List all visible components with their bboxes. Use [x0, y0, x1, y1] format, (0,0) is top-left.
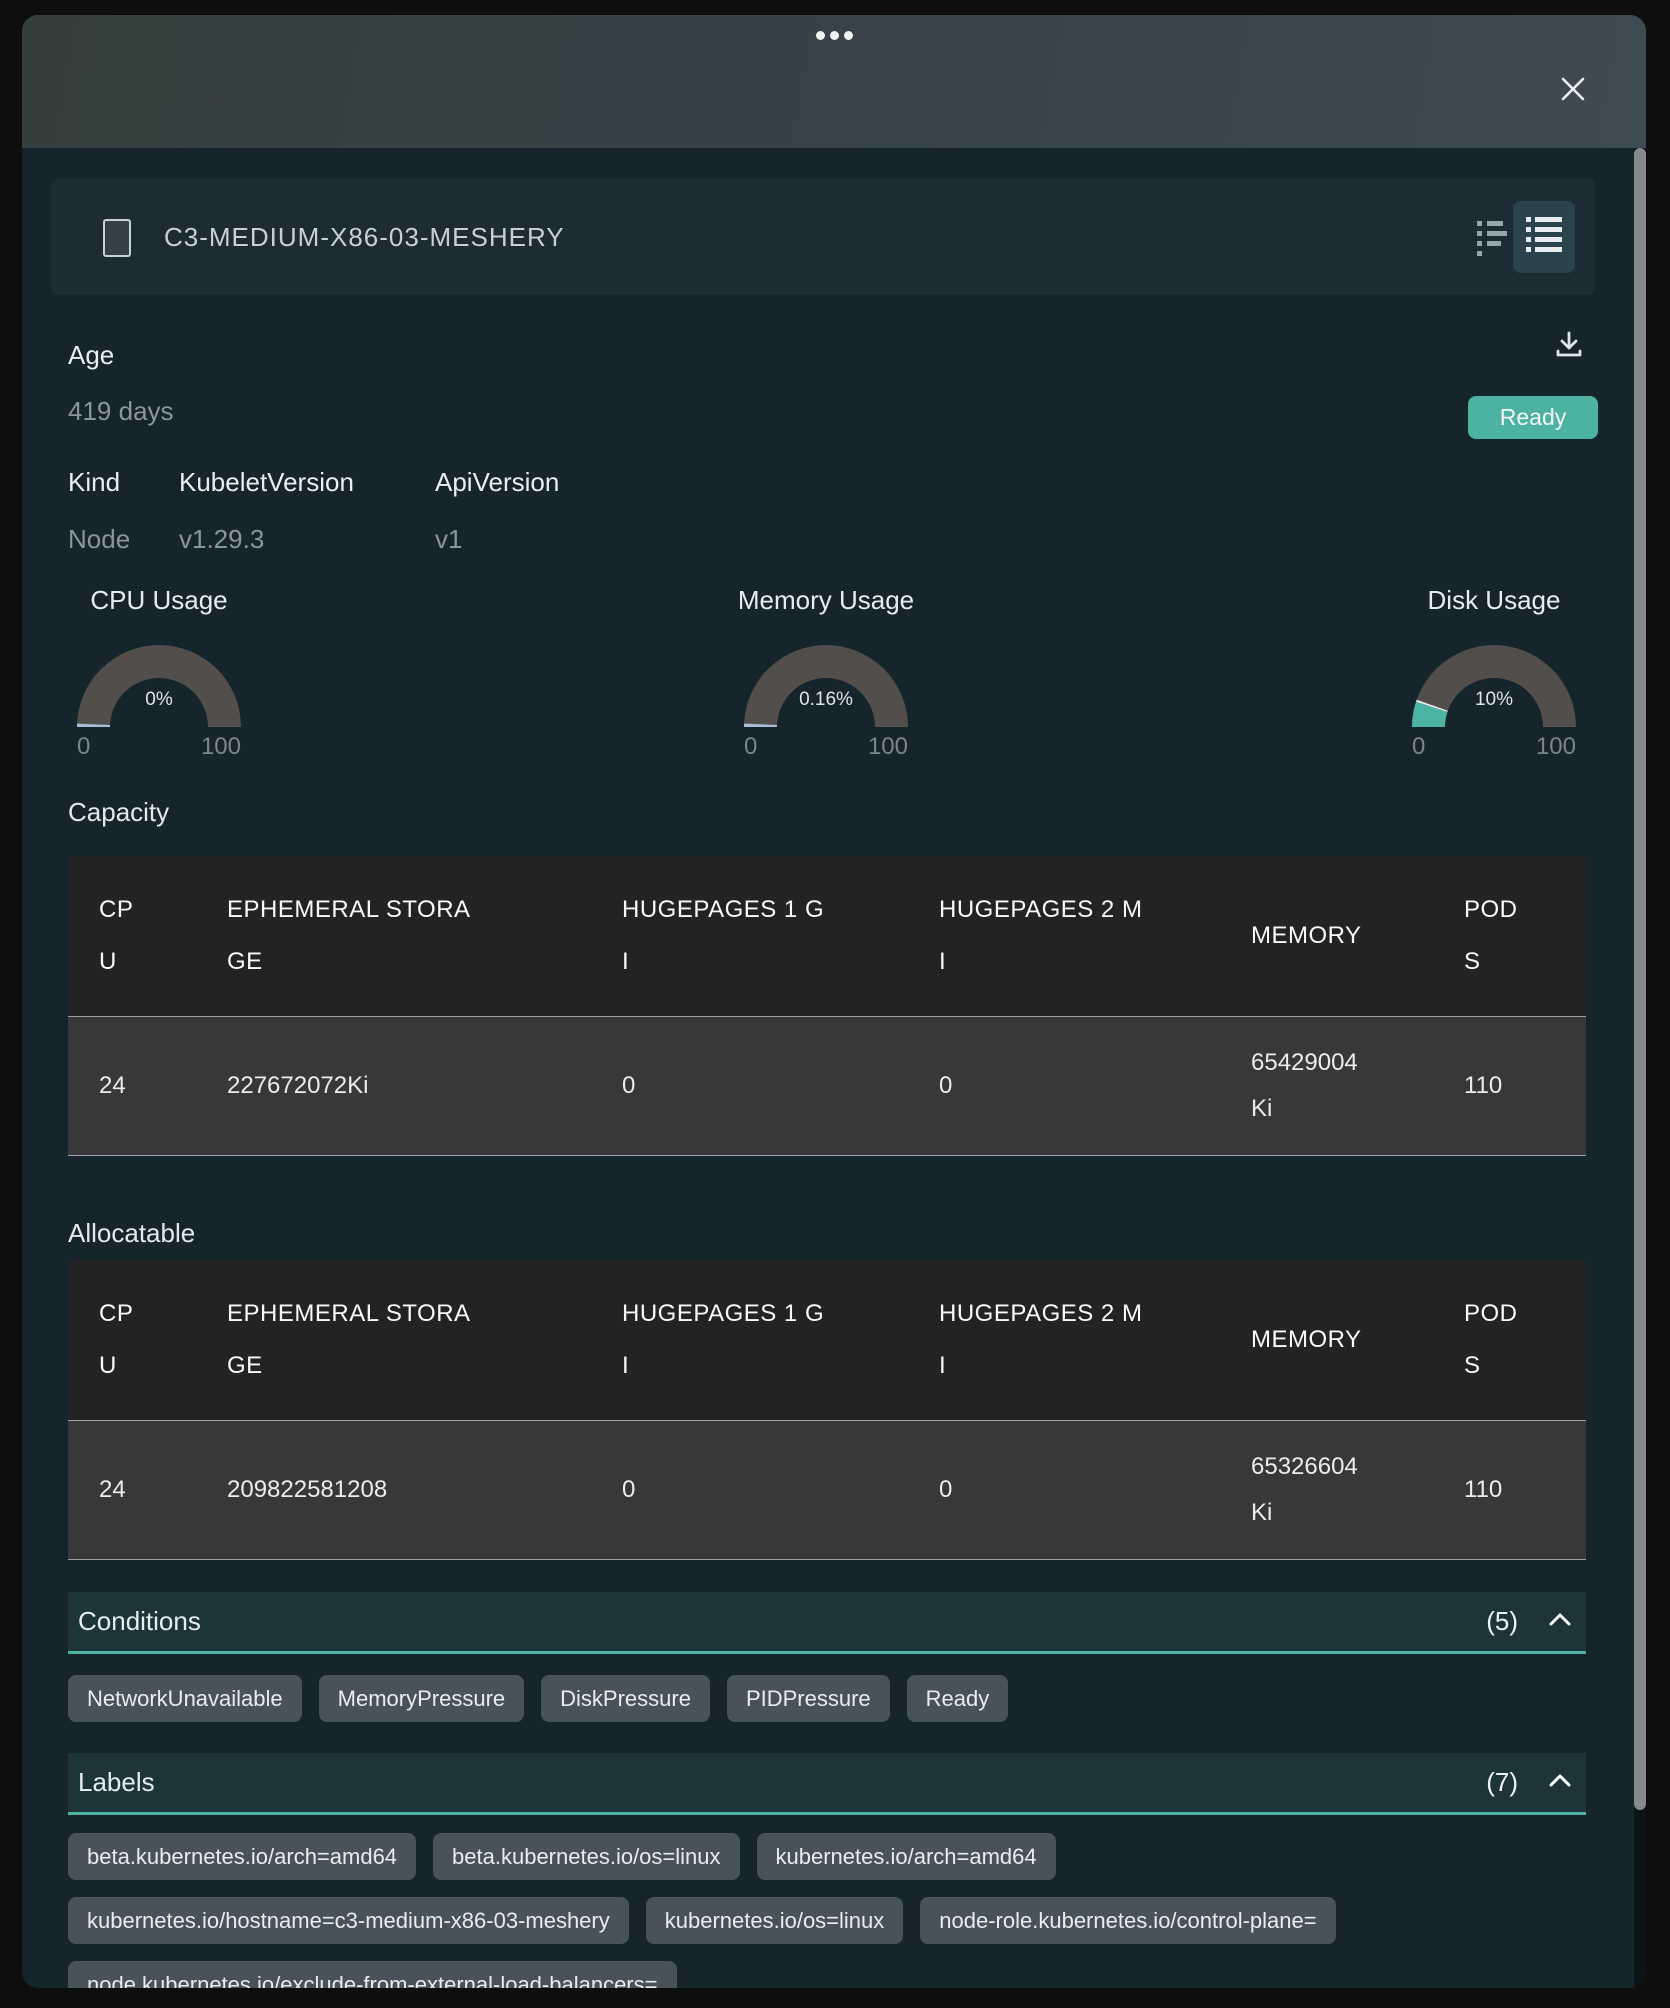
cpu-usage-value: 0% [49, 689, 269, 711]
labels-section-header[interactable]: Labels (7) [68, 1753, 1586, 1815]
capacity-row: 24 227672072Ki 0 0 65429004Ki 110 [68, 1016, 1586, 1155]
cpu-usage-gauge: CPU Usage 0% 0100 [49, 585, 269, 775]
memory-usage-title: Memory Usage [676, 585, 976, 616]
detail-view-icon [1524, 214, 1564, 261]
capacity-table: CPU EPHEMERAL STORAGE HUGEPAGES 1 GI HUG… [68, 856, 1586, 1156]
drag-handle-icon[interactable] [22, 31, 1646, 40]
allocatable-header-row: CPU EPHEMERAL STORAGE HUGEPAGES 1 GI HUG… [68, 1260, 1586, 1420]
labels-chip-list: beta.kubernetes.io/arch=amd64 beta.kuber… [68, 1833, 1596, 1988]
conditions-chip-list: NetworkUnavailable MemoryPressure DiskPr… [68, 1675, 1596, 1722]
col-cpu: CPU [99, 884, 145, 987]
label-chip[interactable]: node-role.kubernetes.io/control-plane= [920, 1897, 1335, 1944]
disk-usage-title: Disk Usage [1344, 585, 1644, 616]
label-chip[interactable]: kubernetes.io/arch=amd64 [757, 1833, 1056, 1880]
node-title: C3-MEDIUM-X86-03-MESHERY [164, 179, 565, 295]
allocatable-heading: Allocatable [68, 1218, 195, 1249]
node-checkbox[interactable] [103, 219, 131, 257]
condition-chip[interactable]: DiskPressure [541, 1675, 710, 1722]
col-hugepages-1gi: HUGEPAGES 1 GI [622, 884, 827, 987]
cpu-usage-title: CPU Usage [22, 585, 309, 616]
disk-usage-gauge: Disk Usage 10% 0100 [1384, 585, 1604, 775]
label-chip[interactable]: node.kubernetes.io/exclude-from-external… [68, 1961, 677, 1988]
allocatable-row: 24 209822581208 0 0 65326604Ki 110 [68, 1420, 1586, 1559]
node-details-modal: C3-MEDIUM-X86-03-MESHERY [22, 15, 1646, 1988]
api-version-label: ApiVersion [435, 467, 559, 498]
labels-count: (7) [1486, 1767, 1518, 1798]
memory-usage-value: 0.16% [716, 689, 936, 711]
allocatable-table: CPU EPHEMERAL STORAGE HUGEPAGES 1 GI HUG… [68, 1260, 1586, 1560]
disk-usage-arc [1384, 617, 1604, 737]
modal-header [22, 15, 1646, 148]
kubelet-version-label: KubeletVersion [179, 467, 435, 498]
cpu-usage-ticks: 0100 [49, 733, 269, 761]
condition-chip[interactable]: Ready [907, 1675, 1009, 1722]
col-hugepages-1gi: HUGEPAGES 1 GI [622, 1288, 827, 1391]
meta-field-labels: Kind KubeletVersion ApiVersion [68, 467, 559, 498]
label-chip[interactable]: kubernetes.io/hostname=c3-medium-x86-03-… [68, 1897, 629, 1944]
cpu-usage-arc [49, 617, 269, 737]
resource-title-card: C3-MEDIUM-X86-03-MESHERY [51, 179, 1595, 295]
close-icon[interactable] [1558, 74, 1588, 104]
col-hugepages-2mi: HUGEPAGES 2 MI [939, 1288, 1144, 1391]
capacity-heading: Capacity [68, 797, 169, 828]
status-badge: Ready [1468, 396, 1598, 439]
conditions-heading: Conditions [78, 1606, 201, 1637]
condition-chip[interactable]: PIDPressure [727, 1675, 890, 1722]
chevron-up-icon[interactable] [1548, 1611, 1572, 1632]
condition-chip[interactable]: NetworkUnavailable [68, 1675, 302, 1722]
kubelet-version-value: v1.29.3 [179, 524, 435, 555]
detail-view-button[interactable] [1513, 201, 1575, 273]
label-chip[interactable]: beta.kubernetes.io/os=linux [433, 1833, 739, 1880]
memory-usage-gauge: Memory Usage 0.16% 0100 [716, 585, 936, 775]
col-pods: PODS [1464, 1288, 1528, 1391]
kind-value: Node [68, 524, 179, 555]
memory-usage-ticks: 0100 [716, 733, 936, 761]
disk-usage-value: 10% [1384, 689, 1604, 711]
api-version-value: v1 [435, 524, 462, 555]
col-ephemeral-storage: EPHEMERAL STORAGE [227, 1288, 472, 1391]
scrollbar[interactable] [1634, 148, 1646, 1988]
conditions-section-header[interactable]: Conditions (5) [68, 1592, 1586, 1654]
conditions-count: (5) [1486, 1606, 1518, 1637]
condition-chip[interactable]: MemoryPressure [319, 1675, 524, 1722]
col-memory: MEMORY [1251, 1326, 1362, 1353]
disk-usage-ticks: 0100 [1384, 733, 1604, 761]
label-chip[interactable]: beta.kubernetes.io/arch=amd64 [68, 1833, 416, 1880]
labels-heading: Labels [78, 1767, 155, 1798]
col-memory: MEMORY [1251, 922, 1362, 949]
screen: C3-MEDIUM-X86-03-MESHERY [0, 0, 1670, 2008]
age-label: Age [68, 340, 114, 371]
col-ephemeral-storage: EPHEMERAL STORAGE [227, 884, 472, 987]
meta-field-values: Node v1.29.3 v1 [68, 524, 462, 555]
col-pods: PODS [1464, 884, 1528, 987]
kind-label: Kind [68, 467, 179, 498]
scrollbar-thumb[interactable] [1634, 148, 1646, 1810]
capacity-header-row: CPU EPHEMERAL STORAGE HUGEPAGES 1 GI HUG… [68, 856, 1586, 1016]
age-value: 419 days [68, 396, 174, 427]
memory-usage-arc [716, 617, 936, 737]
label-chip[interactable]: kubernetes.io/os=linux [646, 1897, 904, 1944]
chevron-up-icon[interactable] [1548, 1772, 1572, 1793]
col-cpu: CPU [99, 1288, 145, 1391]
compact-view-icon[interactable] [1471, 217, 1511, 259]
download-icon[interactable] [1550, 327, 1588, 365]
col-hugepages-2mi: HUGEPAGES 2 MI [939, 884, 1144, 987]
